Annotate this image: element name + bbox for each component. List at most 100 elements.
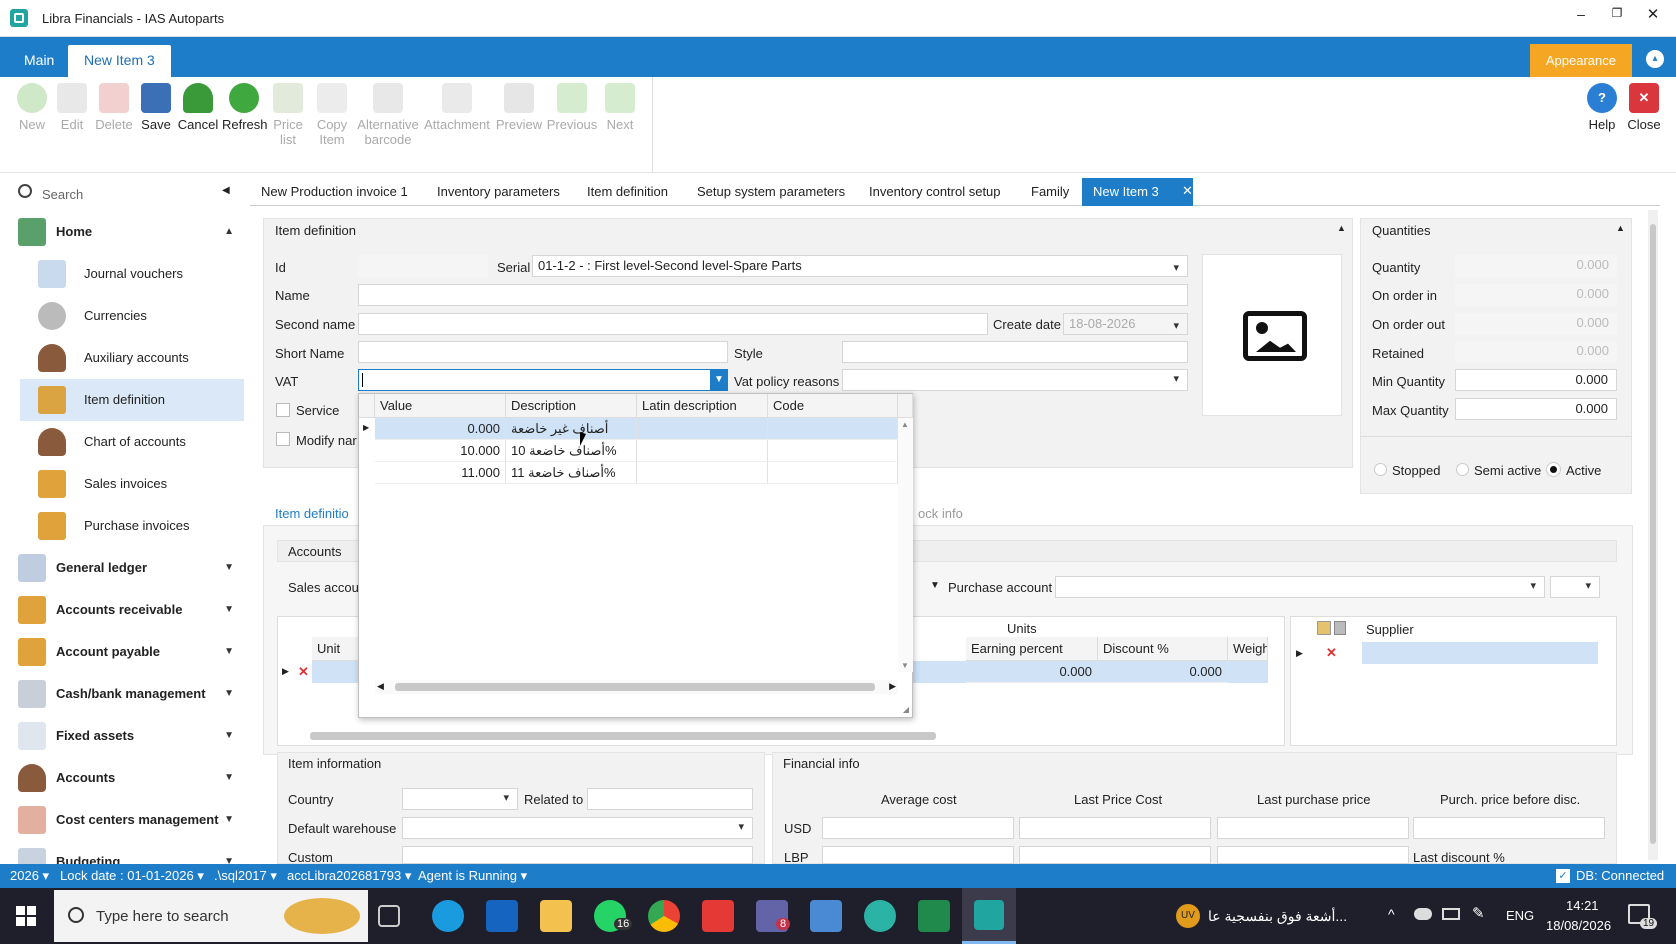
refresh-button[interactable]: Refresh [222, 83, 268, 132]
purchase-account-select[interactable] [1055, 576, 1545, 598]
collapse-section-icon[interactable]: ▲ [1337, 223, 1346, 233]
alternative-barcode-button[interactable]: Alternative barcode [354, 83, 422, 147]
modify-name-checkbox[interactable] [276, 432, 290, 446]
sidebar-item-item-definition[interactable]: Item definition [20, 379, 244, 421]
nav-group-account-payable[interactable]: Account payable ▼ [10, 631, 244, 673]
supplier-delete-icon[interactable]: ✕ [1326, 645, 1337, 661]
windows-start-icon[interactable] [16, 906, 36, 926]
delete-button[interactable]: Delete [92, 83, 136, 132]
delete-row-icon[interactable]: ✕ [298, 664, 309, 680]
serial-select[interactable]: 01-1-2 - : First level-Second level-Spar… [532, 255, 1188, 278]
supplier-row[interactable] [1362, 642, 1598, 664]
sidebar-item-currencies[interactable]: Currencies [20, 295, 244, 337]
server-selector[interactable]: .\sql2017 ▾ [214, 868, 277, 884]
vat-policy-select[interactable] [842, 369, 1188, 391]
vat-option-value[interactable]: 11.000 [375, 462, 506, 484]
close-window-button[interactable]: ✕ [1642, 5, 1664, 27]
edge-dev-icon[interactable] [864, 900, 896, 932]
collapse-sidebar-icon[interactable]: ◀ [222, 185, 230, 196]
sidebar-item-purchase-invoices[interactable]: Purchase invoices [20, 505, 244, 547]
tab-family[interactable]: Family [1020, 178, 1080, 206]
new-button[interactable]: New [10, 83, 54, 132]
style-field[interactable] [842, 341, 1188, 363]
database-selector[interactable]: accLibra202681793 ▾ [287, 868, 411, 884]
lbp-last-purchase-price[interactable] [1217, 846, 1409, 864]
sidebar-item-chart-of-accounts[interactable]: Chart of accounts [20, 421, 244, 463]
lower-tab-item-definition[interactable]: Item definitio [275, 506, 349, 521]
minimize-button[interactable]: – [1570, 6, 1592, 28]
excel-icon[interactable] [918, 900, 950, 932]
previous-button[interactable]: Previous [546, 83, 598, 132]
lower-tab-stock-info[interactable]: ock info [918, 506, 963, 521]
agent-status[interactable]: Agent is Running ▾ [418, 868, 527, 884]
preview-button[interactable]: Preview [494, 83, 544, 132]
main-vscrollbar[interactable] [1648, 210, 1658, 860]
battery-icon[interactable] [1442, 908, 1460, 920]
active-radio[interactable] [1546, 462, 1561, 477]
short-name-field[interactable] [358, 341, 728, 363]
discount-cell[interactable]: 0.000 [1098, 661, 1228, 683]
usd-last-price-cost[interactable] [1019, 817, 1211, 839]
nav-group-accounts[interactable]: Accounts ▼ [10, 757, 244, 799]
sales-account-dropdown-icon[interactable]: ▼ [930, 580, 940, 591]
service-checkbox[interactable] [276, 403, 290, 417]
units-hscrollbar[interactable] [310, 732, 936, 740]
lbp-average-cost[interactable] [822, 846, 1014, 864]
custom-field[interactable] [402, 846, 753, 864]
tab-new-item[interactable]: New Item 3 [1082, 178, 1193, 206]
country-select[interactable] [402, 788, 518, 810]
edge-icon[interactable] [432, 900, 464, 932]
tab-new-production-invoice[interactable]: New Production invoice 1 [250, 178, 419, 206]
usd-purch-price-before-disc[interactable] [1413, 817, 1605, 839]
vat-option-latin[interactable] [637, 418, 768, 440]
related-to-field[interactable] [587, 788, 753, 810]
restore-button[interactable]: ❐ [1606, 6, 1628, 28]
news-text[interactable]: أشعة فوق بنفسجية عا... [1208, 908, 1347, 925]
popup-vscrollbar[interactable]: ▲ ▼ [898, 418, 913, 672]
chrome-icon[interactable] [648, 900, 680, 932]
vat-select[interactable] [358, 369, 728, 391]
default-warehouse-select[interactable] [402, 817, 753, 839]
year-selector[interactable]: 2026 ▾ [10, 868, 49, 884]
vat-option-description[interactable]: أصناف غير خاضعة [506, 418, 637, 440]
sidebar-item-journal-vouchers[interactable]: Journal vouchers [20, 253, 244, 295]
name-field[interactable] [358, 284, 1188, 306]
clock-date[interactable]: 18/08/2026 [1546, 918, 1611, 933]
code-column-header[interactable]: Code [768, 394, 898, 418]
edit-button[interactable]: Edit [50, 83, 94, 132]
nav-group-cost-centers[interactable]: Cost centers management ▼ [10, 799, 244, 841]
close-button[interactable]: ✕ Close [1622, 83, 1666, 132]
language-indicator[interactable]: ENG [1506, 908, 1534, 923]
tab-inventory-control-setup[interactable]: Inventory control setup [858, 178, 1012, 206]
vat-option-value[interactable]: 0.000 [375, 418, 506, 440]
libra-app-taskbar-button[interactable] [962, 888, 1016, 944]
chevron-up-icon[interactable]: ^ [1388, 906, 1395, 922]
nav-group-fixed-assets[interactable]: Fixed assets ▼ [10, 715, 244, 757]
popup-hscrollbar[interactable]: ◀ ▶ [375, 680, 898, 694]
tab-setup-system-parameters[interactable]: Setup system parameters [686, 178, 856, 206]
item-image[interactable] [1202, 254, 1342, 416]
supplier-lock-icon[interactable] [1334, 621, 1346, 635]
tab-inventory-parameters[interactable]: Inventory parameters [426, 178, 571, 206]
vat-option-value[interactable]: 10.000 [375, 440, 506, 462]
nav-group-general-ledger[interactable]: General ledger ▼ [10, 547, 244, 589]
file-explorer-icon[interactable] [540, 900, 572, 932]
create-date-field[interactable]: 18-08-2026 [1063, 313, 1188, 336]
task-view-icon[interactable] [378, 905, 400, 927]
save-button[interactable]: Save [134, 83, 178, 132]
price-list-button[interactable]: Price list [268, 83, 308, 147]
tab-item-definition[interactable]: Item definition [576, 178, 679, 206]
clock-time[interactable]: 14:21 [1566, 898, 1599, 913]
taskbar-search[interactable]: Type here to search [54, 890, 368, 942]
vat-option-code[interactable] [768, 440, 898, 462]
nav-group-home[interactable]: Home ▲ [10, 211, 244, 253]
sidebar-item-sales-invoices[interactable]: Sales invoices [20, 463, 244, 505]
vat-option-code[interactable] [768, 462, 898, 484]
collapse-ribbon-icon[interactable]: ▴ [1646, 50, 1664, 68]
nav-group-budgeting[interactable]: Budgeting ▼ [10, 841, 244, 864]
nav-group-accounts-receivable[interactable]: Accounts receivable ▼ [10, 589, 244, 631]
semi-active-radio[interactable] [1456, 463, 1469, 476]
pen-icon[interactable]: ✎ [1472, 904, 1485, 922]
usd-last-purchase-price[interactable] [1217, 817, 1409, 839]
stopped-radio[interactable] [1374, 463, 1387, 476]
